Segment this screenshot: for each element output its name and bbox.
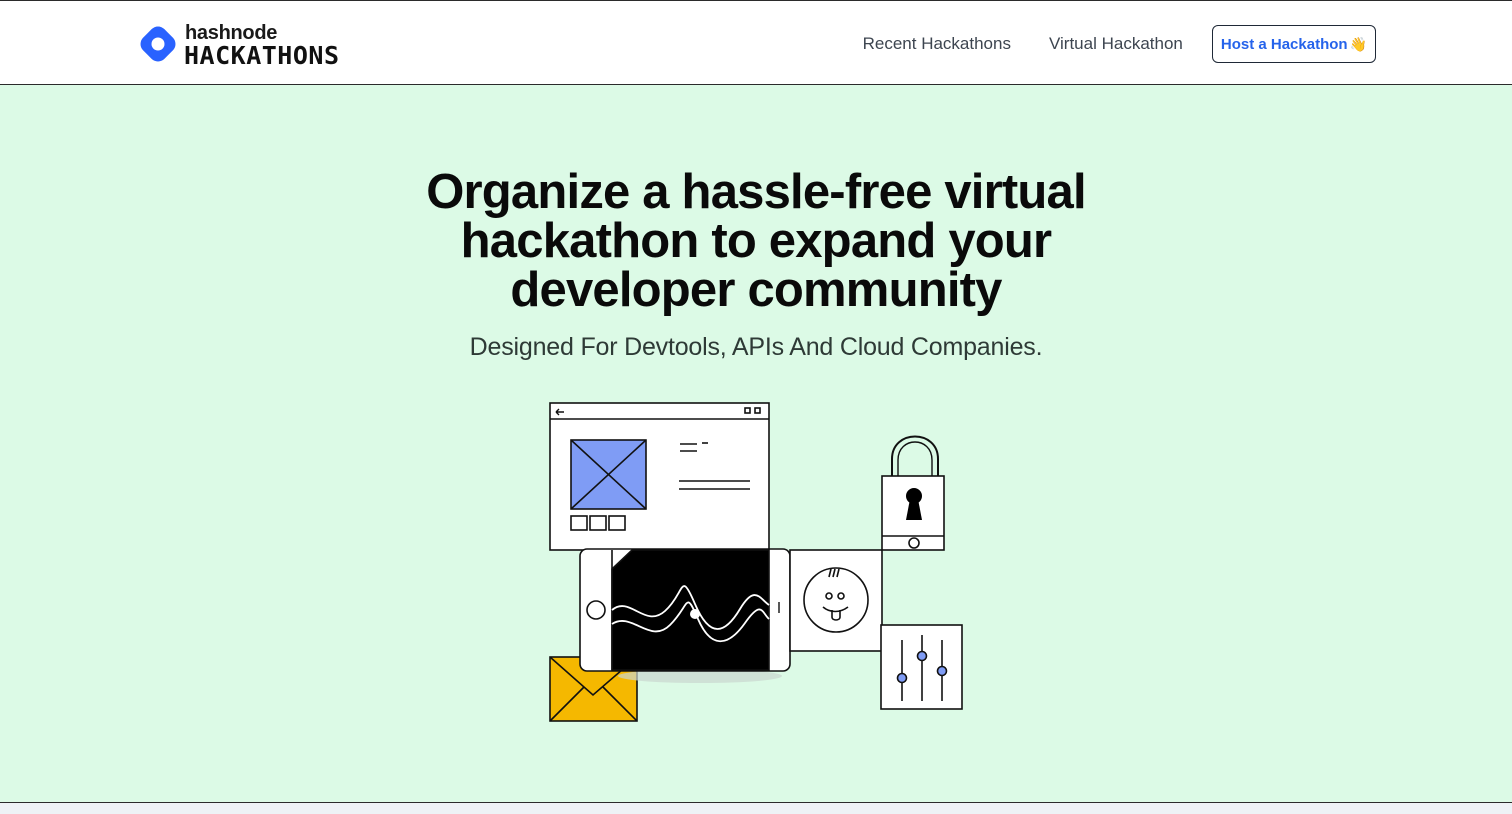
main-nav: Recent Hackathons Virtual Hackathon Host… [863, 25, 1376, 63]
nav-virtual-hackathon[interactable]: Virtual Hackathon [1049, 34, 1183, 54]
hero-headline: Organize a hassle-free virtual hackathon… [426, 165, 1086, 317]
page: hashnode HACKATHONS Recent Hackathons Vi… [0, 0, 1512, 814]
phone-icon [579, 548, 791, 683]
hackathon-devices-illustration [549, 402, 963, 722]
logo-wordmark-big: HACKATHONS [184, 41, 340, 70]
hashnode-hackathons-logo[interactable]: hashnode HACKATHONS [136, 21, 396, 70]
nav-recent-hackathons[interactable]: Recent Hackathons [863, 34, 1011, 54]
hero-section: Organize a hassle-free virtual hackathon… [0, 85, 1512, 802]
browser-window-icon [549, 402, 770, 551]
host-hackathon-button[interactable]: Host a Hackathon 👋 [1211, 25, 1376, 63]
hero-subheadline: Designed For Devtools, APIs And Cloud Co… [469, 333, 1043, 361]
section-divider [0, 802, 1512, 814]
hashnode-logo-icon [140, 26, 176, 62]
waving-hand-icon: 👋 [1349, 35, 1367, 52]
padlock-icon [881, 435, 945, 551]
sliders-panel-icon [880, 624, 963, 710]
host-hackathon-label: Host a Hackathon [1220, 35, 1348, 53]
top-navigation-bar: hashnode HACKATHONS Recent Hackathons Vi… [0, 0, 1512, 85]
smiley-face-icon [789, 549, 883, 652]
